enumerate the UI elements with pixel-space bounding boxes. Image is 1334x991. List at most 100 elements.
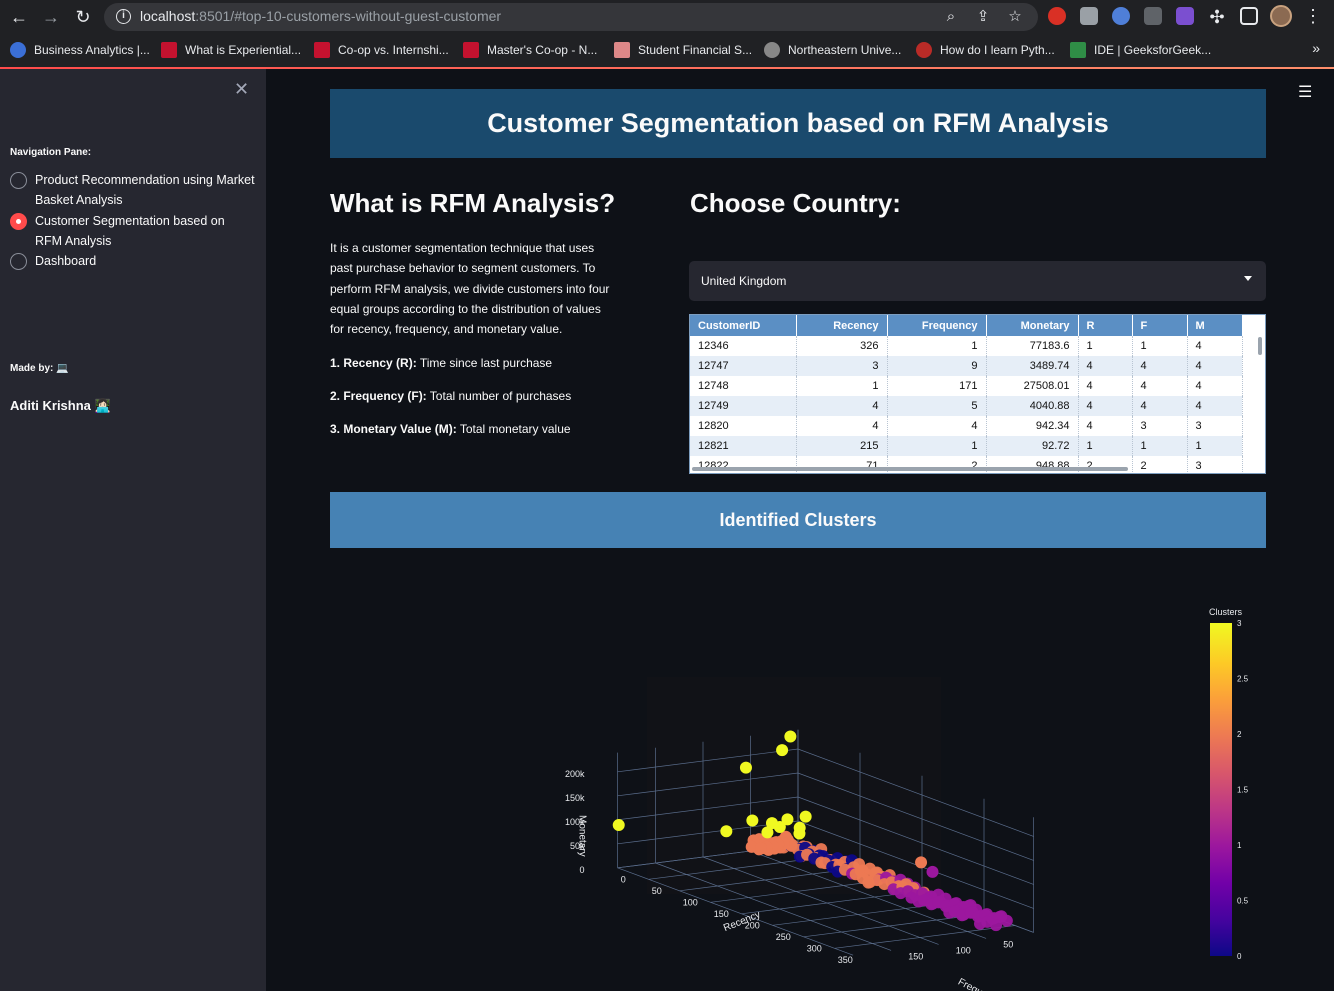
table-cell[interactable]: 326 xyxy=(796,336,888,356)
reload-icon[interactable]: ↻ xyxy=(72,6,94,28)
nav-option-customer-segmentation[interactable]: Customer Segmentation based on RFM Analy… xyxy=(10,211,255,251)
table-cell[interactable]: 12822 xyxy=(690,456,797,473)
zoom-search-icon[interactable]: ⌕ xyxy=(942,8,960,26)
extensions-puzzle-icon[interactable]: ✣ xyxy=(1206,6,1228,28)
column-header[interactable]: M xyxy=(1187,315,1243,336)
hamburger-menu-icon[interactable]: ☰ xyxy=(1298,82,1312,102)
column-header[interactable]: Monetary xyxy=(986,315,1079,336)
bookmark-item[interactable]: How do I learn Pyth... xyxy=(916,41,1055,59)
nav-option-market-basket[interactable]: Product Recommendation using Market Bask… xyxy=(10,170,255,210)
column-header[interactable]: R xyxy=(1078,315,1133,336)
column-header[interactable]: Recency xyxy=(796,315,888,336)
bookmark-item[interactable]: Co-op vs. Internshi... xyxy=(314,41,449,59)
extension-blue-icon[interactable] xyxy=(1112,7,1130,25)
table-cell[interactable]: 1 xyxy=(1078,436,1133,456)
table-row[interactable]: 12747 3 9 3489.74 4 4 4 xyxy=(690,356,1243,376)
bookmarks-overflow-icon[interactable]: » xyxy=(1312,40,1320,56)
table-cell[interactable]: 948.88 xyxy=(986,456,1079,473)
scatter-plot-svg[interactable]: 050k100k150k200k050100150200250300350501… xyxy=(330,560,1266,991)
table-cell[interactable]: 171 xyxy=(887,376,987,396)
close-sidebar-icon[interactable]: ✕ xyxy=(234,79,249,99)
table-cell[interactable]: 1 xyxy=(1187,436,1243,456)
table-cell[interactable]: 12820 xyxy=(690,416,797,436)
table-cell[interactable]: 5 xyxy=(887,396,987,416)
back-arrow-icon[interactable]: ← xyxy=(8,6,30,28)
table-row[interactable]: 12749 4 5 4040.88 4 4 4 xyxy=(690,396,1243,416)
extension-code-icon[interactable] xyxy=(1144,7,1162,25)
table-cell[interactable]: 77183.6 xyxy=(986,336,1079,356)
table-cell[interactable]: 4 xyxy=(1187,356,1243,376)
table-cell[interactable]: 1 xyxy=(1078,336,1133,356)
table-cell[interactable]: 4 xyxy=(887,416,987,436)
table-cell[interactable]: 1 xyxy=(887,436,987,456)
table-cell[interactable]: 4 xyxy=(1078,396,1133,416)
bookmark-item[interactable]: Northeastern Unive... xyxy=(764,41,901,59)
table-cell[interactable]: 4 xyxy=(796,416,888,436)
column-header[interactable]: F xyxy=(1132,315,1188,336)
table-cell[interactable]: 1 xyxy=(1132,436,1188,456)
table-cell[interactable]: 92.72 xyxy=(986,436,1079,456)
table-cell[interactable]: 2 xyxy=(1078,456,1133,473)
bookmark-item[interactable]: Master's Co-op - N... xyxy=(463,41,597,59)
table-cell[interactable]: 4 xyxy=(1078,356,1133,376)
table-row[interactable]: 12748 1 171 27508.01 4 4 4 xyxy=(690,376,1243,396)
table-cell[interactable]: 4 xyxy=(1187,396,1243,416)
table-cell[interactable]: 4 xyxy=(1078,376,1133,396)
table-cell[interactable]: 12346 xyxy=(690,336,797,356)
table-cell[interactable]: 1 xyxy=(796,376,888,396)
chevron-down-icon[interactable] xyxy=(1244,276,1252,281)
nav-option-dashboard[interactable]: Dashboard xyxy=(10,251,255,271)
table-row[interactable]: 12821 215 1 92.72 1 1 1 xyxy=(690,436,1243,456)
table-cell[interactable]: 3 xyxy=(1187,416,1243,436)
table-cell[interactable]: 4 xyxy=(1187,376,1243,396)
table-cell[interactable]: 12821 xyxy=(690,436,797,456)
table-cell[interactable]: 12748 xyxy=(690,376,797,396)
share-icon[interactable]: ⇪ xyxy=(974,8,992,26)
table-cell[interactable]: 27508.01 xyxy=(986,376,1079,396)
table-cell[interactable]: 12747 xyxy=(690,356,797,376)
country-select[interactable]: United Kingdom xyxy=(689,261,1266,301)
cluster-3d-scatter-plot[interactable]: 0 50k 100k 150k 200k 0 50 100 150 200 250 300 350 50 1… xyxy=(330,560,1266,991)
profile-avatar[interactable] xyxy=(1270,5,1292,27)
table-cell[interactable]: 4 xyxy=(1187,336,1243,356)
table-cell[interactable]: 4 xyxy=(796,396,888,416)
table-cell[interactable]: 1 xyxy=(1132,336,1188,356)
side-panel-icon[interactable] xyxy=(1240,7,1258,25)
radio-button[interactable] xyxy=(10,172,27,189)
table-cell[interactable]: 2 xyxy=(887,456,987,473)
table-cell[interactable]: 215 xyxy=(796,436,888,456)
table-cell[interactable]: 9 xyxy=(887,356,987,376)
table-cell[interactable]: 4040.88 xyxy=(986,396,1079,416)
table-cell[interactable]: 4 xyxy=(1132,396,1188,416)
table-cell[interactable]: 2 xyxy=(1132,456,1188,473)
bookmark-star-icon[interactable]: ☆ xyxy=(1006,8,1024,26)
table-cell[interactable]: 3 xyxy=(1187,456,1243,473)
bookmark-item[interactable]: Student Financial S... xyxy=(614,41,752,59)
rfm-table[interactable]: CustomerID Recency Frequency Monetary R … xyxy=(689,314,1266,474)
table-cell[interactable]: 12749 xyxy=(690,396,797,416)
table-cell[interactable]: 4 xyxy=(1132,376,1188,396)
site-info-icon[interactable]: i xyxy=(116,9,131,24)
forward-arrow-icon[interactable]: → xyxy=(40,6,62,28)
column-header[interactable]: Frequency xyxy=(887,315,987,336)
extension-red-icon[interactable] xyxy=(1048,7,1066,25)
table-cell[interactable]: 942.34 xyxy=(986,416,1079,436)
table-cell[interactable]: 71 xyxy=(796,456,888,473)
table-cell[interactable]: 1 xyxy=(887,336,987,356)
horizontal-scrollbar[interactable] xyxy=(692,467,1128,471)
table-cell[interactable]: 3 xyxy=(1132,416,1188,436)
table-cell[interactable]: 4 xyxy=(1132,356,1188,376)
url-text[interactable]: localhost:8501/#top-10-customers-without… xyxy=(140,8,501,24)
radio-button-selected[interactable] xyxy=(10,213,27,230)
radio-button[interactable] xyxy=(10,253,27,270)
table-row[interactable]: 12820 4 4 942.34 4 3 3 xyxy=(690,416,1243,436)
table-cell[interactable]: 4 xyxy=(1078,416,1133,436)
table-row[interactable]: 12346 326 1 77183.6 1 1 4 xyxy=(690,336,1243,356)
column-header[interactable]: CustomerID xyxy=(690,315,797,336)
browser-menu-icon[interactable]: ⋮ xyxy=(1304,6,1322,26)
extension-gray-icon[interactable] xyxy=(1080,7,1098,25)
vertical-scrollbar[interactable] xyxy=(1258,337,1262,355)
extension-purple-icon[interactable] xyxy=(1176,7,1194,25)
table-cell[interactable]: 3 xyxy=(796,356,888,376)
bookmark-item[interactable]: What is Experiential... xyxy=(161,41,301,59)
